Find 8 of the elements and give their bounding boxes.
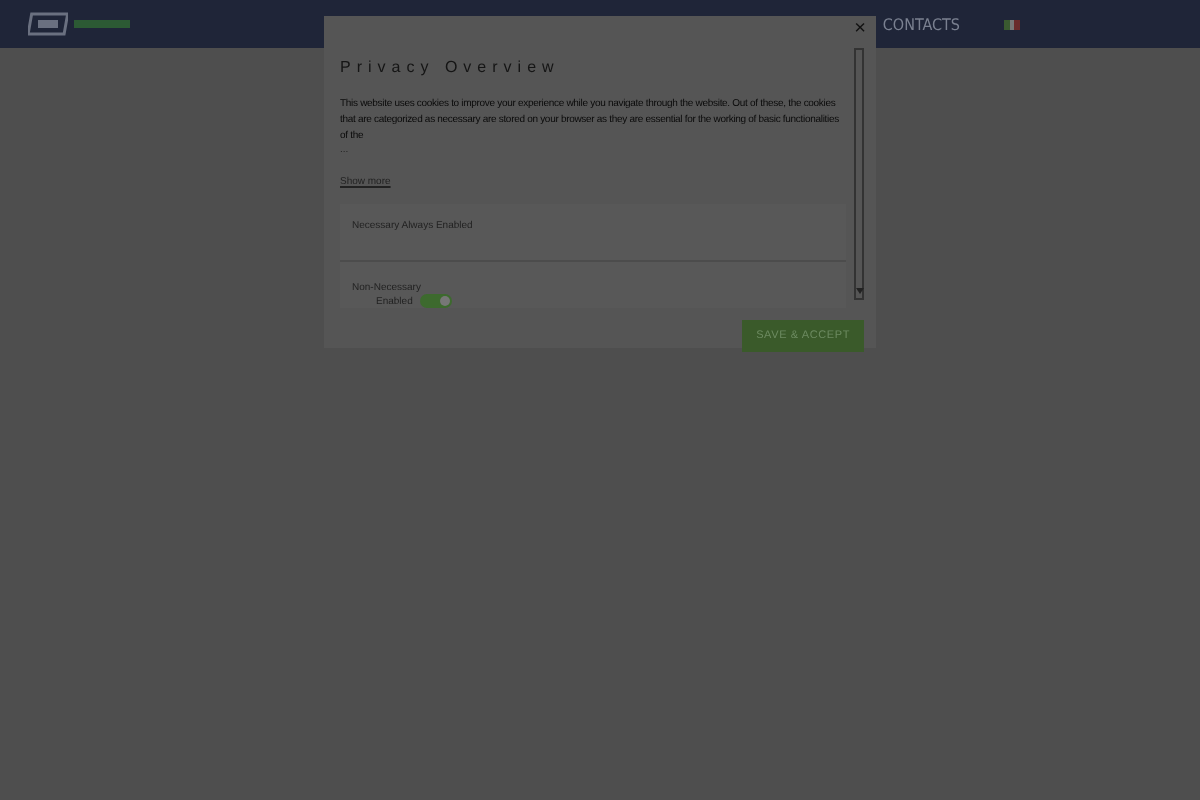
- toggle-switch[interactable]: [420, 294, 453, 308]
- close-button[interactable]: ×: [852, 20, 868, 40]
- logo-icon[interactable]: [28, 12, 68, 36]
- scroll-down-icon[interactable]: [855, 288, 863, 294]
- nav-link[interactable]: CONTACTS: [882, 15, 960, 33]
- dialog-title: Privacy Overview: [340, 58, 562, 76]
- scrollbar[interactable]: [854, 48, 864, 300]
- flag-icon[interactable]: [1004, 19, 1020, 29]
